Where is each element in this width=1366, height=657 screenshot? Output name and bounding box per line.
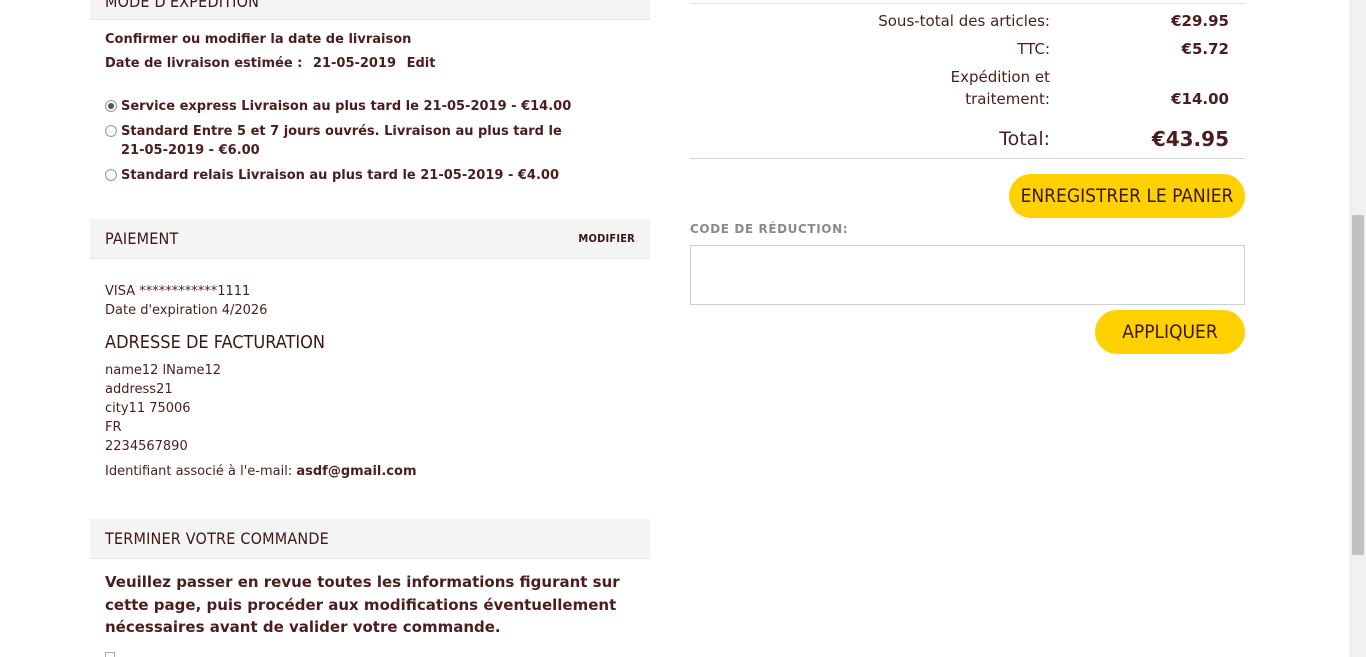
shipping-section-header: MODE D'EXPÉDITION	[90, 0, 650, 20]
apply-promo-button[interactable]: APPLIQUER	[1095, 310, 1245, 354]
finish-section-title: TERMINER VOTRE COMMANDE	[105, 529, 329, 548]
promo-code-label: CODE DE RÉDUCTION:	[690, 222, 849, 236]
radio-relay[interactable]	[105, 169, 117, 181]
modify-payment-link[interactable]: MODIFIER	[578, 232, 635, 245]
scrollbar-thumb[interactable]	[1352, 215, 1364, 555]
billing-name: name12 lName12	[105, 363, 222, 378]
shipping-cost-label-2: traitement:	[965, 90, 1050, 108]
promo-code-input[interactable]	[690, 245, 1245, 305]
billing-address: address21	[105, 382, 173, 397]
subtotal-label: Sous-total des articles:	[878, 12, 1050, 30]
card-number: VISA ************1111	[105, 284, 251, 299]
total-label: Total:	[999, 128, 1050, 150]
total-value: €43.95	[1151, 127, 1229, 151]
shipping-option-label: Standard Entre 5 et 7 jours ouvrés. Livr…	[121, 124, 562, 158]
page-scrollbar[interactable]	[1349, 0, 1366, 657]
shipping-option-label: Service express Livraison au plus tard l…	[121, 99, 572, 114]
billing-phone: 2234567890	[105, 439, 188, 454]
finish-section-header: TERMINER VOTRE COMMANDE	[90, 519, 650, 559]
subtotal-value: €29.95	[1171, 12, 1229, 30]
shipping-option-relay[interactable]: Standard relais Livraison au plus tard l…	[105, 166, 635, 185]
radio-express[interactable]	[105, 100, 117, 112]
shipping-details: Confirmer ou modifier la date de livrais…	[105, 30, 635, 191]
shipping-cost-label-1: Expédition et	[950, 68, 1050, 86]
shipping-cost-value: €14.00	[1171, 90, 1229, 108]
review-instructions: Veuillez passer en revue toutes les info…	[105, 573, 620, 636]
estimated-delivery-row: Date de livraison estimée : 21-05-2019 E…	[105, 54, 635, 73]
billing-email-label: Identifiant associé à l'e-mail:	[105, 464, 293, 479]
tax-row: TTC: €5.72	[690, 38, 1245, 60]
shipping-option-express[interactable]: Service express Livraison au plus tard l…	[105, 97, 635, 116]
edit-delivery-link[interactable]: Edit	[407, 56, 436, 71]
payment-section-header: PAIEMENT MODIFIER	[90, 219, 650, 259]
billing-country: FR	[105, 420, 122, 435]
card-expiration: Date d'expiration 4/2026	[105, 303, 268, 318]
estimated-delivery-label: Date de livraison estimée :	[105, 56, 303, 71]
shipping-options: Service express Livraison au plus tard l…	[105, 97, 635, 185]
confirm-delivery-label: Confirmer ou modifier la date de livrais…	[105, 32, 412, 47]
payment-details: VISA ************1111 Date d'expiration …	[105, 282, 635, 481]
shipping-option-standard[interactable]: Standard Entre 5 et 7 jours ouvrés. Livr…	[105, 122, 585, 160]
estimated-delivery-date: 21-05-2019	[312, 56, 397, 71]
summary-bottom-divider	[690, 158, 1245, 159]
shipping-cost-row-line2: traitement: €14.00	[690, 88, 1245, 110]
billing-email-row: Identifiant associé à l'e-mail: asdf@gma…	[105, 462, 635, 481]
radio-standard[interactable]	[105, 125, 117, 137]
tax-value: €5.72	[1181, 40, 1229, 58]
save-cart-button[interactable]: ENREGISTRER LE PANIER	[1009, 174, 1245, 218]
billing-email: asdf@gmail.com	[296, 464, 417, 479]
shipping-cost-row-line1: Expédition et	[690, 66, 1245, 88]
payment-section-title: PAIEMENT	[105, 229, 179, 248]
billing-city: city11 75006	[105, 401, 191, 416]
shipping-section-title: MODE D'EXPÉDITION	[105, 0, 260, 11]
terms-checkbox[interactable]	[105, 652, 115, 657]
shipping-option-label: Standard relais Livraison au plus tard l…	[121, 168, 559, 183]
total-row: Total: €43.95	[690, 128, 1245, 150]
summary-top-divider	[690, 3, 1245, 4]
subtotal-row: Sous-total des articles: €29.95	[690, 10, 1245, 32]
billing-address-title: ADRESSE DE FACTURATION	[105, 332, 325, 353]
tax-label: TTC:	[1017, 40, 1050, 58]
